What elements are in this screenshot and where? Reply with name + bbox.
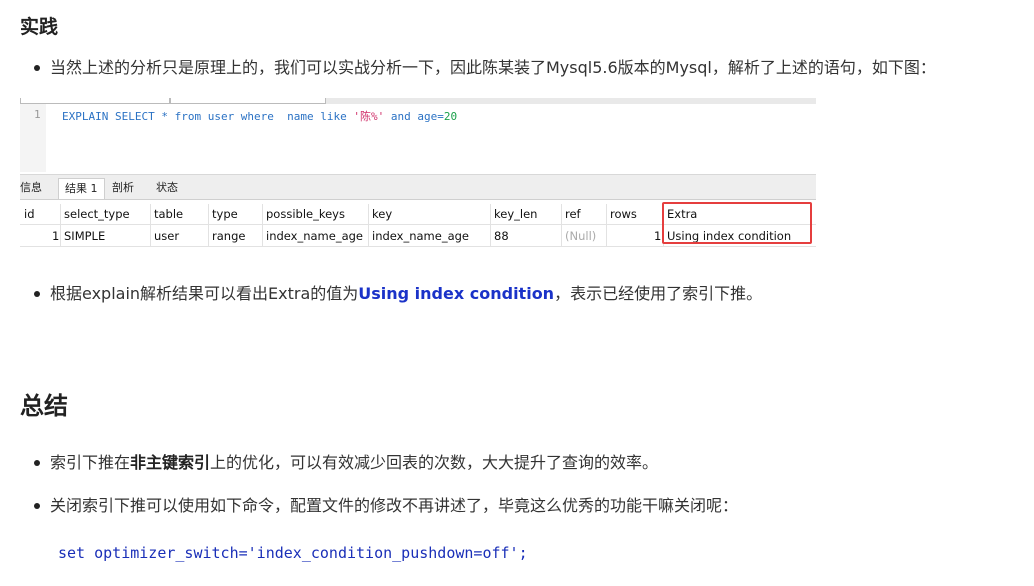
- summary-1-bold: 非主键索引: [130, 453, 211, 472]
- column-divider: [561, 204, 562, 246]
- line-number: 1: [34, 108, 41, 121]
- editor-gutter: [20, 104, 46, 172]
- list-item-practice-intro: 当然上述的分析只是原理上的，我们可以实战分析一下，因此陈某装了Mysql5.6版…: [34, 57, 936, 79]
- sql-and: and age=: [384, 110, 444, 123]
- column-header: type: [212, 207, 238, 221]
- sql-editor: 1 EXPLAIN SELECT * from user where name …: [20, 104, 816, 172]
- summary-1-prefix: 索引下推在: [50, 453, 131, 472]
- column-divider: [60, 204, 61, 246]
- list-item-summary-1: 索引下推在非主键索引上的优化，可以有效减少回表的次数，大大提升了查询的效率。: [34, 452, 659, 474]
- code-block: set optimizer_switch='index_condition_pu…: [58, 544, 528, 562]
- column-divider: [606, 204, 607, 246]
- sql-clause: * from user where name like: [154, 110, 354, 123]
- bullet-dot: [34, 65, 40, 71]
- section-title-summary: 总结: [20, 392, 68, 420]
- explain-result-prefix: 根据explain解析结果可以看出Extra的值为: [50, 284, 359, 303]
- cell-possible-keys: index_name_age: [266, 229, 363, 243]
- column-header: key_len: [494, 207, 538, 221]
- sql-keyword: EXPLAIN SELECT: [62, 110, 155, 123]
- cell-type: range: [212, 229, 246, 243]
- column-header: rows: [610, 207, 637, 221]
- cell-select-type: SIMPLE: [64, 229, 106, 243]
- column-header: possible_keys: [266, 207, 345, 221]
- column-divider: [150, 204, 151, 246]
- summary-1-suffix: 上的优化，可以有效减少回表的次数，大大提升了查询的效率。: [210, 453, 659, 472]
- bullet-dot: [34, 460, 40, 466]
- practice-intro-text: 当然上述的分析只是原理上的，我们可以实战分析一下，因此陈某装了Mysql5.6版…: [50, 58, 936, 77]
- tab-status: 状态: [156, 181, 178, 194]
- sql-number: 20: [443, 110, 458, 123]
- column-header: id: [24, 207, 35, 221]
- cell-ref: (Null): [565, 229, 597, 243]
- list-item-explain-result: 根据explain解析结果可以看出Extra的值为Using index con…: [34, 283, 763, 305]
- explain-result-suffix: ，表示已经使用了索引下推。: [554, 284, 763, 303]
- column-header: select_type: [64, 207, 130, 221]
- section-title-practice: 实践: [20, 16, 59, 38]
- cell-rows: 1: [654, 229, 662, 243]
- column-divider: [262, 204, 263, 246]
- column-divider: [208, 204, 209, 246]
- column-header: ref: [565, 207, 581, 221]
- extra-value-highlight: Using index condition: [358, 284, 555, 303]
- tab-result-1: 结果 1: [58, 178, 105, 199]
- cell-id: 1: [52, 229, 60, 243]
- tab-info: 信息: [20, 181, 42, 194]
- list-item-summary-2: 关闭索引下推可以使用如下命令，配置文件的修改不再讲述了，毕竟这么优秀的功能干嘛关…: [34, 495, 739, 517]
- sql-code-line: EXPLAIN SELECT * from user where name li…: [62, 108, 457, 124]
- extra-column-highlight-box: [662, 202, 812, 244]
- tab-profile: 剖析: [112, 181, 134, 194]
- column-divider: [368, 204, 369, 246]
- cell-key: index_name_age: [372, 229, 469, 243]
- column-header: key: [372, 207, 393, 221]
- column-divider: [490, 204, 491, 246]
- bullet-dot: [34, 503, 40, 509]
- navicat-screenshot: 1 EXPLAIN SELECT * from user where name …: [20, 98, 816, 250]
- sql-string: '陈%': [353, 110, 385, 123]
- column-header: table: [154, 207, 184, 221]
- cell-table: user: [154, 229, 180, 243]
- cell-key-len: 88: [494, 229, 509, 243]
- summary-2-text: 关闭索引下推可以使用如下命令，配置文件的修改不再讲述了，毕竟这么优秀的功能干嘛关…: [50, 496, 739, 515]
- bullet-dot: [34, 291, 40, 297]
- result-tabs: 信息 结果 1 剖析 状态: [20, 174, 816, 200]
